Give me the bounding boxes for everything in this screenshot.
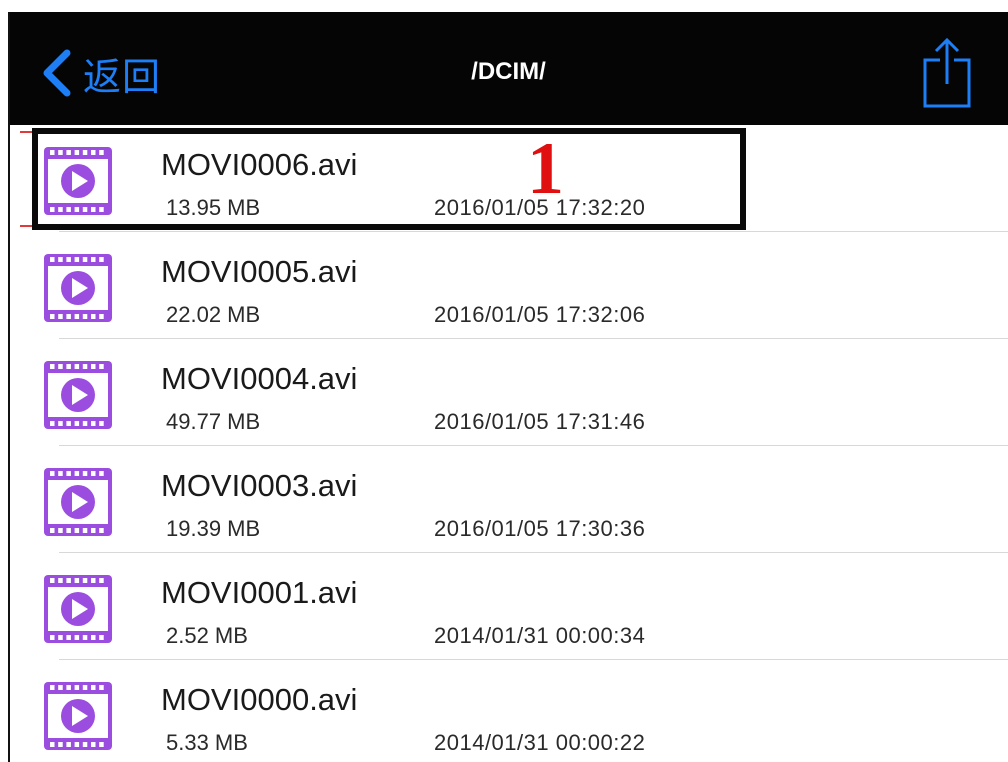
selection-top-line xyxy=(20,131,730,133)
file-name: MOVI0003.avi xyxy=(161,468,358,503)
list-item[interactable]: MOVI0006.avi 13.95 MB 2016/01/05 17:32:20 xyxy=(9,125,1008,232)
file-date: 2016/01/05 17:31:46 xyxy=(434,409,646,434)
file-browser-screen: 返回 /DCIM/ MOVI0006.avi 13.95 MB 2016/01/05… xyxy=(0,0,1008,762)
list-item[interactable]: MOVI0000.avi 5.33 MB 2014/01/31 00:00:22 xyxy=(9,660,1008,762)
top-margin xyxy=(0,0,1008,12)
file-size: 13.95 MB xyxy=(166,195,261,220)
file-size: 19.39 MB xyxy=(166,516,261,541)
file-size: 49.77 MB xyxy=(166,409,261,434)
file-name: MOVI0004.avi xyxy=(161,361,358,396)
file-size: 22.02 MB xyxy=(166,302,261,327)
navigation-bar: 返回 /DCIM/ xyxy=(9,12,1008,125)
list-item[interactable]: MOVI0003.avi 19.39 MB 2016/01/05 17:30:36 xyxy=(9,446,1008,553)
file-size: 2.52 MB xyxy=(166,623,248,648)
video-file-icon xyxy=(42,145,114,217)
video-file-icon xyxy=(42,466,114,538)
left-border xyxy=(8,12,10,762)
video-file-icon xyxy=(44,468,112,536)
file-date: 2014/01/31 00:00:22 xyxy=(434,730,646,755)
video-file-icon xyxy=(42,359,114,431)
file-name: MOVI0000.avi xyxy=(161,682,358,717)
file-name: MOVI0005.avi xyxy=(161,254,358,289)
selection-bottom-line xyxy=(20,225,730,227)
video-file-icon xyxy=(44,147,112,215)
video-file-icon xyxy=(42,680,114,752)
page-title: /DCIM/ xyxy=(471,58,546,85)
share-icon xyxy=(923,37,971,108)
file-name: MOVI0001.avi xyxy=(161,575,358,610)
file-date: 2016/01/05 17:30:36 xyxy=(434,516,646,541)
callout-number: 1 xyxy=(527,128,564,210)
list-item[interactable]: MOVI0004.avi 49.77 MB 2016/01/05 17:31:46 xyxy=(9,339,1008,446)
video-file-icon xyxy=(42,573,114,645)
video-file-icon xyxy=(44,575,112,643)
video-file-icon xyxy=(44,682,112,750)
file-date: 2014/01/31 00:00:34 xyxy=(434,623,646,648)
list-item[interactable]: MOVI0005.avi 22.02 MB 2016/01/05 17:32:06 xyxy=(9,232,1008,339)
file-list: MOVI0006.avi 13.95 MB 2016/01/05 17:32:20 M… xyxy=(9,125,1008,762)
list-item[interactable]: MOVI0001.avi 2.52 MB 2014/01/31 00:00:34 xyxy=(9,553,1008,660)
file-date: 2016/01/05 17:32:06 xyxy=(434,302,646,327)
video-file-icon xyxy=(44,254,112,322)
file-size: 5.33 MB xyxy=(166,730,248,755)
video-file-icon xyxy=(42,252,114,324)
file-name: MOVI0006.avi xyxy=(161,147,358,182)
video-file-icon xyxy=(44,361,112,429)
share-button[interactable] xyxy=(917,34,977,114)
